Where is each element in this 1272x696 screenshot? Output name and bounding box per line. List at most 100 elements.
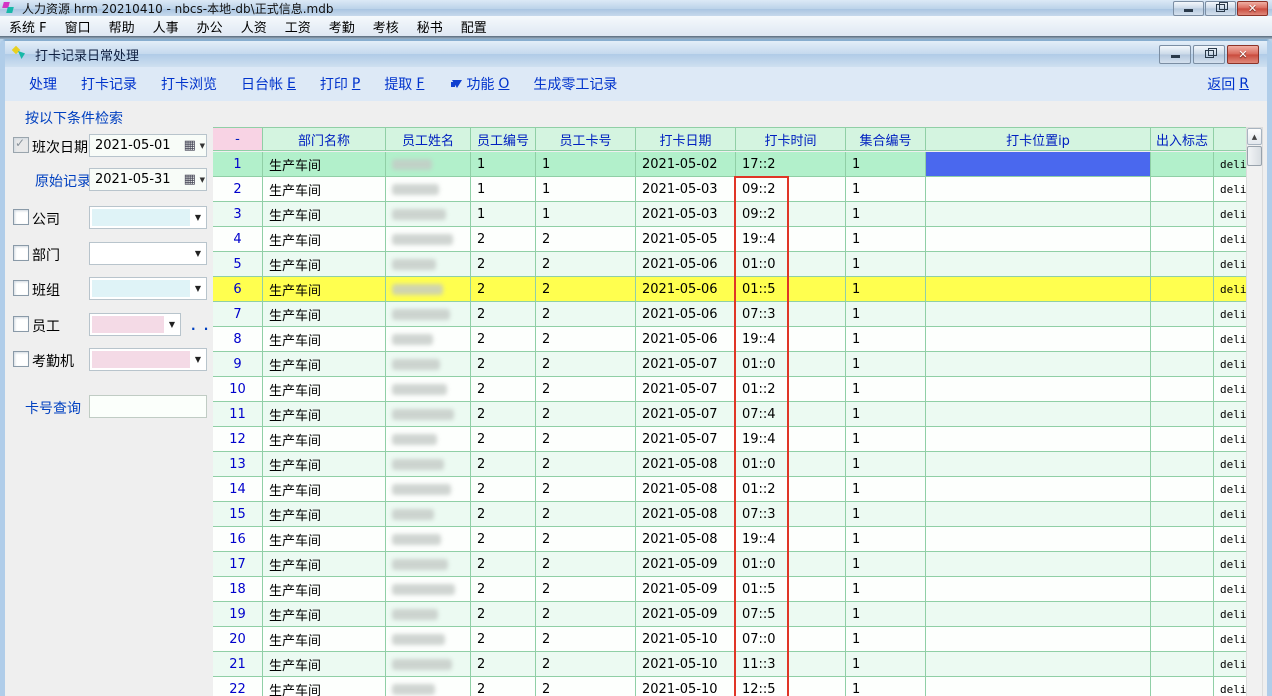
- cell-r15-c4[interactable]: 2: [536, 502, 636, 527]
- cell-r15-c6[interactable]: 07::3: [736, 502, 846, 527]
- company-checkbox[interactable]: [13, 209, 29, 225]
- cell-r5-c7[interactable]: 1: [846, 252, 926, 277]
- cell-r4-c1[interactable]: 生产车间: [263, 227, 386, 252]
- cell-r15-c1[interactable]: 生产车间: [263, 502, 386, 527]
- cell-r3-c6[interactable]: 09::2: [736, 202, 846, 227]
- toolbar-item-1[interactable]: 打卡记录: [81, 74, 137, 94]
- employee-more-link[interactable]: . .: [191, 319, 210, 333]
- menu-item-1[interactable]: 窗口: [56, 16, 100, 37]
- cell-r13-c2[interactable]: [386, 452, 471, 477]
- cell-r2-c7[interactable]: 1: [846, 177, 926, 202]
- cell-r14-c10[interactable]: deli: [1214, 477, 1247, 502]
- cell-r3-c8[interactable]: [926, 202, 1151, 227]
- table-row-3[interactable]: 3生产车间112021-05-0309::21deli: [213, 202, 1247, 227]
- cell-r11-c4[interactable]: 2: [536, 402, 636, 427]
- cell-r3-c5[interactable]: 2021-05-03: [636, 202, 736, 227]
- cell-r6-c2[interactable]: [386, 277, 471, 302]
- cell-r22-c8[interactable]: [926, 677, 1151, 696]
- menu-item-4[interactable]: 办公: [188, 16, 232, 37]
- vertical-scrollbar[interactable]: ▲: [1246, 127, 1263, 696]
- cell-r2-c6[interactable]: 09::2: [736, 177, 846, 202]
- cell-r1-c10[interactable]: deli: [1214, 152, 1247, 177]
- chevron-down-icon[interactable]: ▼: [190, 355, 206, 364]
- cell-r21-c3[interactable]: 2: [471, 652, 536, 677]
- cell-r12-c8[interactable]: [926, 427, 1151, 452]
- cell-r13-c6[interactable]: 01::0: [736, 452, 846, 477]
- cell-r10-c9[interactable]: [1151, 377, 1214, 402]
- cell-r10-c7[interactable]: 1: [846, 377, 926, 402]
- cell-r4-c3[interactable]: 2: [471, 227, 536, 252]
- cell-r20-c7[interactable]: 1: [846, 627, 926, 652]
- cell-r18-c6[interactable]: 01::5: [736, 577, 846, 602]
- cell-r21-c2[interactable]: [386, 652, 471, 677]
- cell-r19-c9[interactable]: [1151, 602, 1214, 627]
- cell-r17-c10[interactable]: deli: [1214, 552, 1247, 577]
- cell-r11-c0[interactable]: 11: [213, 402, 263, 427]
- toolbar-item-3[interactable]: 日台帐E: [241, 74, 296, 94]
- cell-r2-c5[interactable]: 2021-05-03: [636, 177, 736, 202]
- cell-r10-c5[interactable]: 2021-05-07: [636, 377, 736, 402]
- cell-r12-c3[interactable]: 2: [471, 427, 536, 452]
- cell-r1-c7[interactable]: 1: [846, 152, 926, 177]
- cell-r16-c0[interactable]: 16: [213, 527, 263, 552]
- toolbar-item-7[interactable]: 生成零工记录: [533, 74, 617, 94]
- cell-r3-c1[interactable]: 生产车间: [263, 202, 386, 227]
- cell-r15-c8[interactable]: [926, 502, 1151, 527]
- cell-r8-c9[interactable]: [1151, 327, 1214, 352]
- table-row-12[interactable]: 12生产车间222021-05-0719::41deli: [213, 427, 1247, 452]
- cell-r7-c1[interactable]: 生产车间: [263, 302, 386, 327]
- cell-r18-c0[interactable]: 18: [213, 577, 263, 602]
- cell-r6-c5[interactable]: 2021-05-06: [636, 277, 736, 302]
- team-checkbox[interactable]: [13, 280, 29, 296]
- cell-r4-c2[interactable]: [386, 227, 471, 252]
- cell-r4-c0[interactable]: 4: [213, 227, 263, 252]
- table-row-22[interactable]: 22生产车间222021-05-1012::51deli: [213, 677, 1247, 696]
- cell-r14-c2[interactable]: [386, 477, 471, 502]
- cell-r17-c1[interactable]: 生产车间: [263, 552, 386, 577]
- cell-r16-c1[interactable]: 生产车间: [263, 527, 386, 552]
- cell-r17-c2[interactable]: [386, 552, 471, 577]
- cell-r20-c6[interactable]: 07::0: [736, 627, 846, 652]
- cell-r1-c8[interactable]: [926, 152, 1151, 177]
- cell-r7-c7[interactable]: 1: [846, 302, 926, 327]
- machine-checkbox[interactable]: [13, 351, 29, 367]
- cell-r15-c0[interactable]: 15: [213, 502, 263, 527]
- cell-r9-c10[interactable]: deli: [1214, 352, 1247, 377]
- cell-r16-c5[interactable]: 2021-05-08: [636, 527, 736, 552]
- cell-r1-c3[interactable]: 1: [471, 152, 536, 177]
- cell-r1-c1[interactable]: 生产车间: [263, 152, 386, 177]
- cell-r11-c5[interactable]: 2021-05-07: [636, 402, 736, 427]
- cell-r22-c0[interactable]: 22: [213, 677, 263, 696]
- cell-r12-c9[interactable]: [1151, 427, 1214, 452]
- table-row-16[interactable]: 16生产车间222021-05-0819::41deli: [213, 527, 1247, 552]
- cell-r10-c1[interactable]: 生产车间: [263, 377, 386, 402]
- cell-r16-c10[interactable]: deli: [1214, 527, 1247, 552]
- table-row-18[interactable]: 18生产车间222021-05-0901::51deli: [213, 577, 1247, 602]
- cell-r4-c7[interactable]: 1: [846, 227, 926, 252]
- chevron-down-icon[interactable]: ▼: [190, 249, 206, 258]
- cell-r19-c10[interactable]: deli: [1214, 602, 1247, 627]
- cell-r3-c9[interactable]: [1151, 202, 1214, 227]
- cell-r17-c7[interactable]: 1: [846, 552, 926, 577]
- cell-r3-c2[interactable]: [386, 202, 471, 227]
- cell-r20-c10[interactable]: deli: [1214, 627, 1247, 652]
- cell-r4-c9[interactable]: [1151, 227, 1214, 252]
- cell-r21-c1[interactable]: 生产车间: [263, 652, 386, 677]
- cell-r20-c5[interactable]: 2021-05-10: [636, 627, 736, 652]
- cell-r9-c5[interactable]: 2021-05-07: [636, 352, 736, 377]
- cell-r18-c1[interactable]: 生产车间: [263, 577, 386, 602]
- cell-r14-c5[interactable]: 2021-05-08: [636, 477, 736, 502]
- toolbar-item-6[interactable]: 功能O: [448, 74, 509, 94]
- cell-r12-c5[interactable]: 2021-05-07: [636, 427, 736, 452]
- cell-r9-c0[interactable]: 9: [213, 352, 263, 377]
- table-row-13[interactable]: 13生产车间222021-05-0801::01deli: [213, 452, 1247, 477]
- cell-r9-c9[interactable]: [1151, 352, 1214, 377]
- cell-r4-c6[interactable]: 19::4: [736, 227, 846, 252]
- cell-r12-c10[interactable]: deli: [1214, 427, 1247, 452]
- toolbar-item-5[interactable]: 提取F: [384, 74, 424, 94]
- cell-r18-c9[interactable]: [1151, 577, 1214, 602]
- table-row-21[interactable]: 21生产车间222021-05-1011::31deli: [213, 652, 1247, 677]
- cell-r8-c1[interactable]: 生产车间: [263, 327, 386, 352]
- cell-r13-c9[interactable]: [1151, 452, 1214, 477]
- cell-r7-c4[interactable]: 2: [536, 302, 636, 327]
